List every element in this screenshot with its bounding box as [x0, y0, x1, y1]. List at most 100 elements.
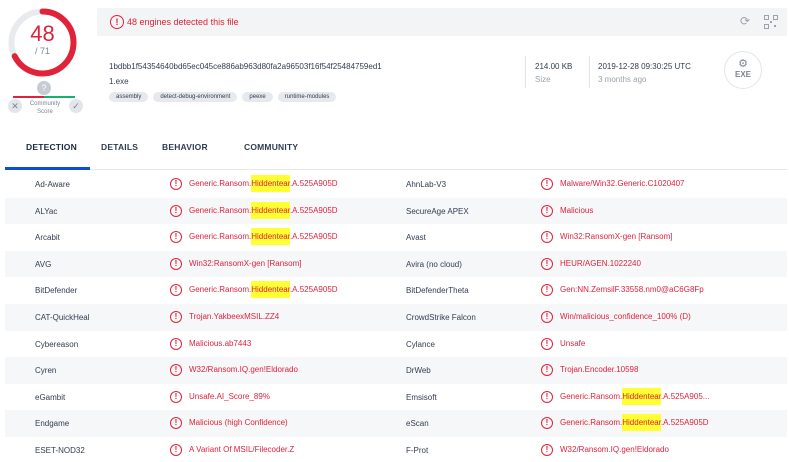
alert-icon: !	[170, 390, 182, 403]
thumbs-down-icon[interactable]: ✕	[8, 99, 22, 113]
alert-icon: !	[170, 337, 182, 350]
alert-icon: !	[541, 257, 553, 270]
engine-name: Emsisoft	[406, 392, 437, 402]
tab-behavior[interactable]: BEHAVIOR	[162, 142, 208, 152]
detection-label-start: Unsafe	[560, 338, 586, 348]
detection-label-start: Malware/Win32.Generic.C1020407	[560, 179, 685, 188]
detection-label-start: Malicious (high Confidence)	[189, 418, 288, 428]
detection-label: HEUR/AGEN.1022240	[560, 257, 641, 271]
alert-icon: !	[541, 178, 553, 190]
detection-label-end: .A.525A905D	[289, 205, 338, 215]
score-total: / 71	[34, 46, 50, 56]
file-hash[interactable]: 1bdbb1f54354640bd65ec045ce886ab963d80fa2…	[109, 62, 382, 71]
detection-label-end: .A.525A905D	[660, 418, 709, 428]
detection-label-start: Win/malicious_confidence_100% (D)	[560, 311, 691, 321]
file-type-badge: ⚙ EXE	[724, 51, 762, 89]
qr-code-icon[interactable]	[764, 15, 778, 29]
alert-icon: !	[170, 257, 182, 270]
alert-icon: !	[170, 443, 182, 456]
engine-name: Cybereason	[35, 339, 79, 349]
detection-label-start: HEUR/AGEN.1022240	[560, 258, 641, 268]
detection-label: Trojan.YakbeexMSIL.ZZ4	[189, 310, 279, 324]
community-score-label: Community Score	[29, 101, 61, 115]
detection-label-end: .A.525A905D	[289, 179, 338, 188]
detection-label-start: Trojan.YakbeexMSIL.ZZ4	[189, 311, 280, 321]
detection-label: Generic.Ransom.Hiddentear.A.525A905D	[189, 228, 338, 246]
detection-label: Gen:NN.ZemsilF.33558.nm0@aC6G8Fp	[560, 283, 704, 297]
community-score-value: ?	[37, 81, 51, 95]
detection-label: W32/Ransom.IQ.gen!Eldorado	[560, 443, 669, 457]
detection-label-start: Win32:RansomX-gen [Ransom]	[560, 232, 673, 242]
detection-label: Generic.Ransom.Hiddentear.A.525A905...	[560, 387, 709, 405]
detection-label-start: Generic.Ransom.	[189, 179, 252, 188]
engine-name: BitDefenderTheta	[406, 286, 469, 296]
detection-label: Malicious (high Confidence)	[189, 416, 288, 430]
detection-row: ESET-NOD32! A Variant Of MSIL/Filecoder.Z…	[5, 437, 787, 462]
refresh-icon[interactable]: ⟳	[740, 14, 750, 28]
alert-icon: !	[541, 390, 553, 403]
detection-score: 48 / 71	[5, 5, 80, 80]
exe-file-icon: ⚙	[738, 58, 748, 70]
file-info: 1bdbb1f54354640bd65ec045ce886ab963d80fa2…	[97, 50, 787, 110]
file-size-label: Size	[535, 75, 551, 84]
thumbs-up-icon[interactable]: ✓	[69, 99, 83, 113]
engine-name: AVG	[35, 259, 52, 269]
alert-icon: !	[541, 337, 553, 350]
detection-row: ALYac! Generic.Ransom.Hiddentear.A.525A90…	[5, 197, 787, 225]
tab-community[interactable]: COMMUNITY	[244, 142, 298, 152]
detection-row: Arcabit! Generic.Ransom.Hiddentear.A.525A…	[5, 224, 787, 251]
detection-label: Generic.Ransom.Hiddentear.A.525A905D	[189, 281, 338, 299]
detection-label-start: A Variant Of MSIL/Filecoder.Z	[189, 444, 295, 454]
alert-icon: !	[541, 310, 553, 323]
detection-label-start: Generic.Ransom.	[189, 232, 252, 242]
alert-icon: !	[541, 417, 553, 430]
detection-label: Malicious.ab7443	[189, 337, 251, 351]
engine-name: Avira (no cloud)	[406, 259, 462, 269]
detection-label-start: Malicious.ab7443	[189, 338, 252, 348]
detection-label: Win/malicious_confidence_100% (D)	[560, 310, 691, 324]
engine-name: Arcabit	[35, 233, 60, 243]
detections-table: Ad-Aware! Generic.Ransom.Hiddentear.A.525…	[5, 171, 787, 462]
file-type-label: EXE	[734, 70, 751, 79]
detection-label: Unsafe	[560, 337, 585, 351]
detection-label: Unsafe.AI_Score_89%	[189, 390, 270, 404]
file-tag[interactable]: runtime-modules	[277, 92, 337, 102]
engine-name: F-Prot	[406, 445, 429, 455]
file-tag[interactable]: assembly	[109, 92, 149, 102]
alert-icon: !	[541, 231, 553, 244]
file-date-value: 2019-12-28 09:30:25 UTC	[598, 62, 691, 71]
detection-row: BitDefender! Generic.Ransom.Hiddentear.A.…	[5, 277, 787, 304]
alert-icon: !	[110, 15, 124, 29]
detection-summary-text: 48 engines detected this file	[127, 17, 239, 27]
engine-name: Ad-Aware	[35, 180, 70, 189]
alert-icon: !	[170, 204, 182, 217]
file-tag[interactable]: detect-debug-environment	[153, 92, 238, 102]
tab-details[interactable]: DETAILS	[101, 142, 138, 152]
divider	[589, 56, 590, 88]
engine-name: Cyren	[35, 366, 57, 376]
highlighted-family-name: Hiddentear	[622, 414, 661, 432]
engine-name: CrowdStrike Falcon	[406, 312, 476, 322]
detection-summary-banner: ! 48 engines detected this file ⟳	[97, 8, 787, 36]
engine-name: CAT-QuickHeal	[35, 312, 90, 322]
detection-label: Win32:RansomX-gen [Ransom]	[189, 257, 302, 271]
community-score-bar	[13, 96, 75, 98]
detection-label: Generic.Ransom.Hiddentear.A.525A905D	[560, 414, 709, 432]
engine-name: eScan	[406, 419, 429, 429]
report-tabs: DETECTION DETAILS BEHAVIOR COMMUNITY	[5, 130, 787, 170]
alert-icon: !	[170, 417, 182, 430]
score-detected: 48	[30, 21, 55, 46]
alert-icon: !	[541, 443, 553, 456]
detection-row: AVG! Win32:RansomX-gen [Ransom] Avira (no …	[5, 250, 787, 278]
detection-label: Generic.Ransom.Hiddentear.A.525A905D	[189, 201, 338, 219]
alert-icon: !	[541, 204, 553, 217]
file-tag[interactable]: peexe	[242, 92, 273, 102]
detection-label-start: W32/Ransom.IQ.gen!Eldorado	[560, 444, 669, 454]
detection-label-end: .A.525A905D	[289, 285, 338, 295]
detection-label-start: W32/Ransom.IQ.gen!Eldorado	[189, 365, 298, 375]
detection-row: Endgame! Malicious (high Confidence) eScan…	[5, 410, 787, 437]
tab-detection[interactable]: DETECTION	[26, 142, 77, 152]
alert-icon: !	[170, 364, 182, 377]
detection-label-start: Generic.Ransom.	[560, 391, 623, 401]
detection-label: Generic.Ransom.Hiddentear.A.525A905D	[189, 175, 338, 192]
